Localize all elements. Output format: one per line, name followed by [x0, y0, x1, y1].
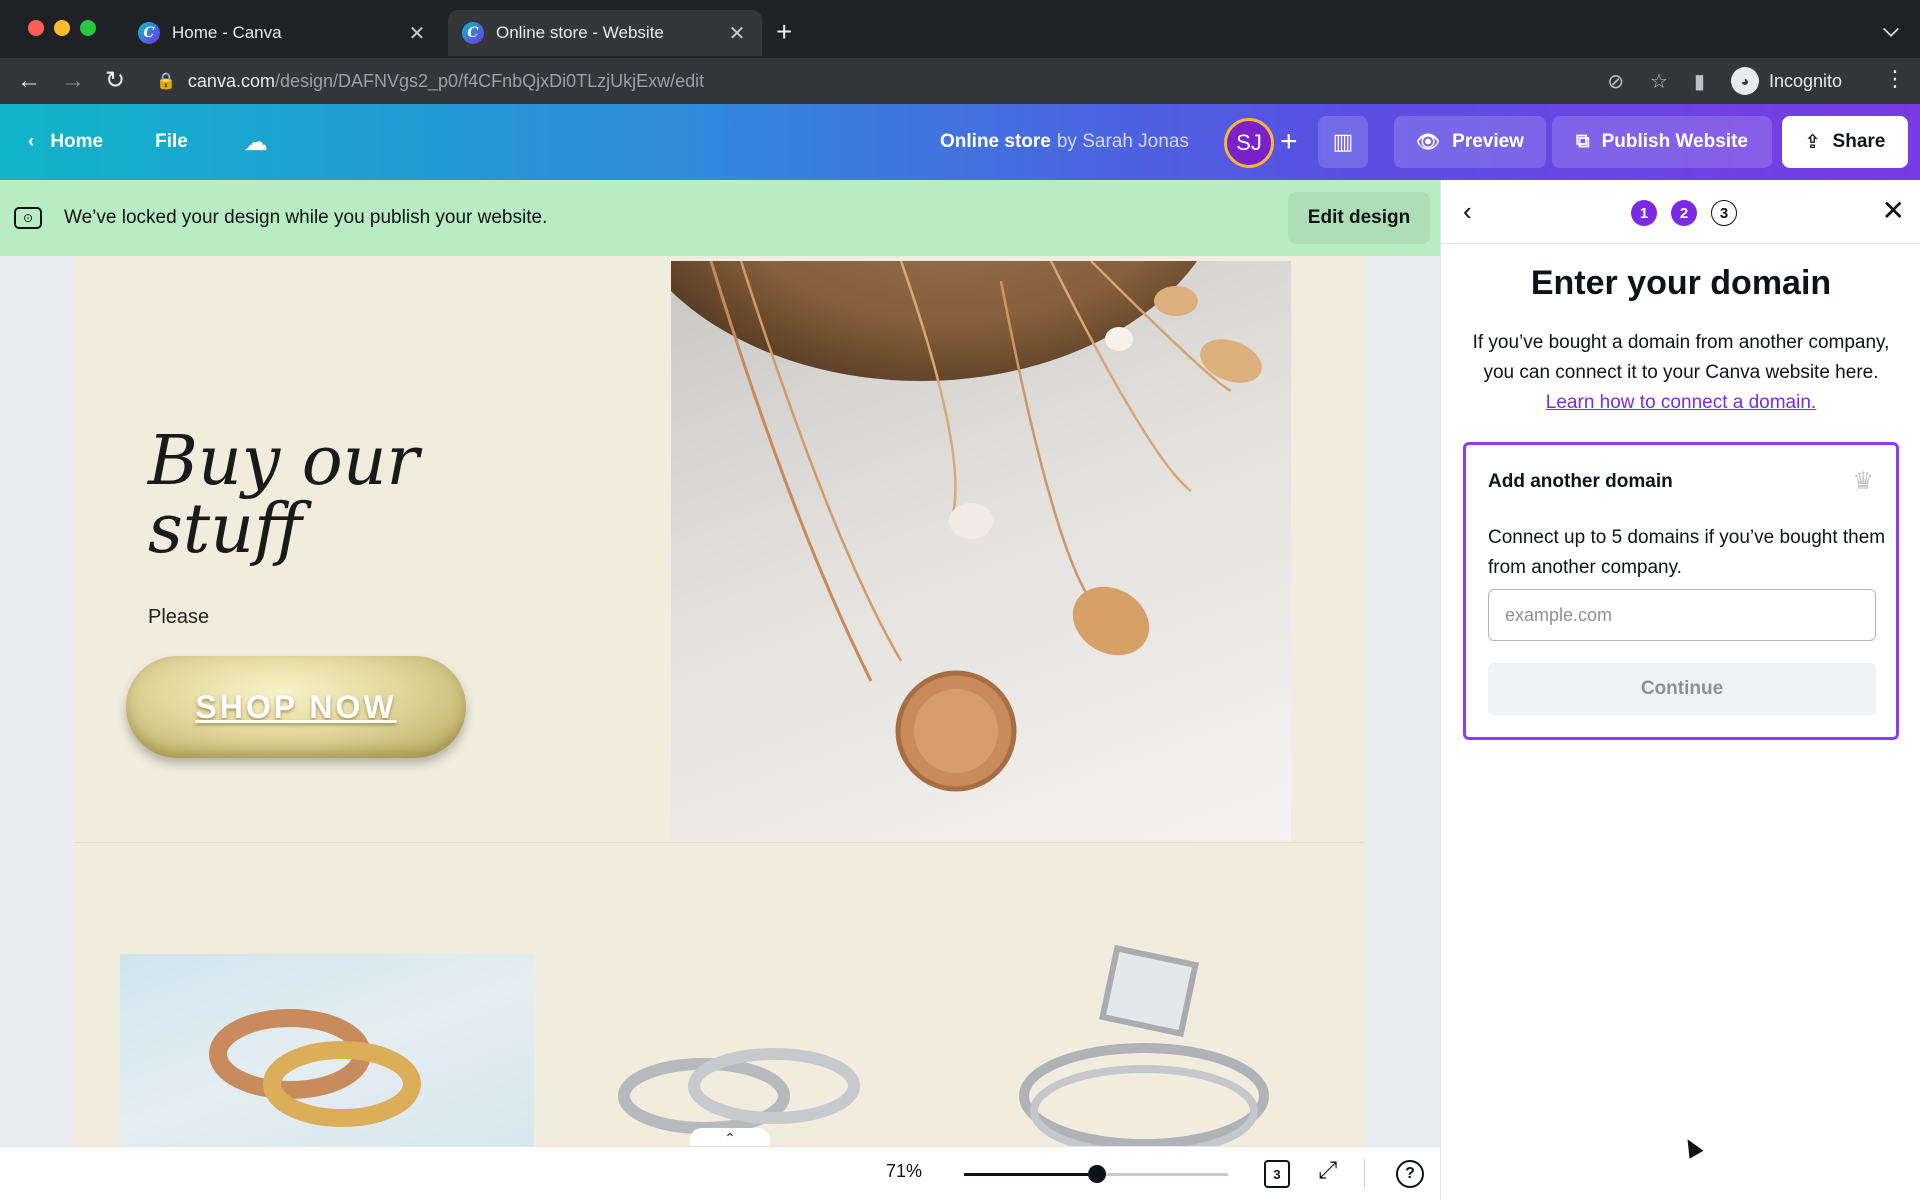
share-label: Share [1832, 131, 1886, 152]
add-collaborator-plus-icon[interactable]: + [1280, 124, 1298, 160]
window-minimize-button[interactable] [54, 20, 70, 36]
back-chevron-left-icon[interactable]: ‹ [1463, 196, 1472, 227]
publish-side-panel: ‹ 1 2 3 ✕ Enter your domain If you’ve bo… [1440, 180, 1920, 1200]
website-page: Buy our stuff Please SHOP NOW [74, 256, 1364, 1146]
pages-icon[interactable]: 3 [1264, 1160, 1290, 1188]
step-2: 2 [1671, 200, 1697, 226]
preview-label: Preview [1452, 131, 1524, 152]
continue-button[interactable]: Continue [1488, 663, 1876, 715]
header-left-group: ‹ Home File ☁ [28, 104, 268, 180]
design-name: Online store [940, 131, 1051, 152]
eye-off-icon[interactable]: ⊘ [1607, 69, 1624, 94]
hero-title: Buy our stuff [148, 422, 420, 569]
canva-editor-header: ‹ Home File ☁ Online store by Sarah Jona… [0, 104, 1920, 180]
eye-icon: 👁 [1416, 132, 1441, 153]
locked-design-icon: ⊙ [14, 207, 42, 229]
avatar[interactable]: SJ [1224, 118, 1274, 168]
url-path: /design/DAFNVgs2_p0/f4CFnbQjxDi0TLzjUkjE… [274, 70, 705, 91]
diamond-ring-illustration [1019, 944, 1269, 1146]
necklace-photo [671, 261, 1291, 841]
locked-design-banner: ⊙ We’ve locked your design while you pub… [0, 180, 1440, 256]
panel-heading: Enter your domain [1530, 264, 1832, 302]
crown-icon: ♛ [1852, 468, 1874, 495]
reload-icon[interactable]: ↻ [100, 66, 130, 96]
expand-notes-chevron-up-icon[interactable]: ⌃ [690, 1128, 770, 1146]
lock-icon[interactable]: 🔒 [156, 71, 176, 91]
design-title[interactable]: Online store by Sarah Jonas [940, 104, 1189, 180]
canva-favicon-icon: C [462, 22, 484, 44]
step-1: 1 [1631, 200, 1657, 226]
tab-title: Home - Canva [172, 23, 282, 42]
diamond-ring-photo [1004, 936, 1304, 1146]
browser-tab-home[interactable]: C Home - Canva ✕ [124, 10, 442, 56]
zoom-percentage[interactable]: 71% [886, 1161, 922, 1182]
panel-description-text: If you’ve bought a domain from another c… [1472, 332, 1890, 383]
cloud-check-icon[interactable]: ☁ [244, 128, 268, 157]
shop-now-button: SHOP NOW [126, 656, 466, 758]
close-icon[interactable]: ✕ [1882, 194, 1905, 227]
gold-rings-photo [120, 954, 534, 1146]
step-3: 3 [1711, 200, 1737, 226]
address-bar[interactable]: 🔒 canva.com/design/DAFNVgs2_p0/f4CFnbQjx… [142, 63, 1842, 99]
star-icon[interactable]: ☆ [1650, 69, 1668, 94]
domain-input[interactable] [1488, 589, 1876, 641]
gold-rings-illustration [209, 1009, 421, 1127]
incognito-icon: ◕ [1730, 67, 1759, 95]
preview-button[interactable]: 👁 Preview [1394, 116, 1546, 168]
section-divider [74, 842, 1364, 843]
zoom-slider-thumb[interactable] [1088, 1165, 1106, 1183]
window-close-button[interactable] [28, 20, 44, 36]
file-menu-button[interactable]: File [155, 131, 188, 153]
card-description: Connect up to 5 domains if you’ve bought… [1488, 527, 1886, 578]
close-icon[interactable]: ✕ [726, 21, 748, 46]
fullscreen-icon[interactable]: ⤢ [1318, 1157, 1337, 1185]
panel-description: If you’ve bought a domain from another c… [1471, 328, 1891, 418]
browser-tab-bar: C Home - Canva ✕ C Online store - Websit… [0, 0, 1920, 64]
insights-button[interactable]: ▥ [1318, 116, 1368, 168]
learn-more-link[interactable]: Learn how to connect a domain. [1546, 392, 1816, 413]
banner-message: We’ve locked your design while you publi… [64, 207, 548, 228]
share-button[interactable]: ⇪ Share [1782, 116, 1908, 168]
home-button[interactable]: ‹ Home [28, 131, 103, 153]
panel-header: ‹ 1 2 3 ✕ [1441, 180, 1920, 244]
window-zoom-button[interactable] [80, 20, 96, 36]
hero-subtitle: Please [148, 606, 210, 628]
browser-tab-online-store[interactable]: C Online store - Website ✕ [448, 10, 762, 56]
new-tab-plus-icon[interactable]: + [776, 18, 792, 46]
bar-chart-icon: ▥ [1332, 129, 1354, 154]
divider [1364, 1159, 1365, 1189]
zoom-slider-fill [964, 1173, 1088, 1176]
close-icon[interactable]: ✕ [406, 21, 428, 46]
editor-bottom-bar: 71% 3 ⤢ ? [0, 1146, 1440, 1200]
design-owner: by Sarah Jonas [1056, 131, 1189, 152]
publish-icon: ⧉ [1576, 131, 1590, 152]
forward-arrow-icon[interactable]: → [58, 66, 88, 96]
chevron-left-icon: ‹ [28, 131, 35, 152]
address-bar-actions: ⊘ ☆ ▮ ◕ Incognito [1607, 63, 1842, 99]
step-indicator: 1 2 3 [1631, 200, 1737, 226]
tab-title: Online store - Website [496, 23, 664, 42]
necklaces-illustration [709, 261, 1262, 792]
url-host: canva.com [187, 70, 275, 91]
more-vert-icon[interactable]: ⋮ [1884, 66, 1906, 92]
publish-label: Publish Website [1601, 131, 1748, 152]
publish-website-button[interactable]: ⧉ Publish Website [1552, 116, 1772, 168]
browser-toolbar: ← → ↻ 🔒 canva.com/design/DAFNVgs2_p0/f4C… [0, 58, 1920, 104]
canva-favicon-icon: C [138, 22, 160, 44]
home-label: Home [50, 131, 104, 152]
help-icon[interactable]: ? [1396, 1160, 1424, 1188]
card-title: Add another domain [1488, 471, 1673, 492]
tab-search-chevron-down-icon[interactable] [1883, 21, 1899, 37]
edit-design-button[interactable]: Edit design [1288, 192, 1430, 244]
design-canvas: Buy our stuff Please SHOP NOW ⌃ [0, 256, 1440, 1146]
back-arrow-icon[interactable]: ← [14, 66, 44, 96]
incognito-profile-button[interactable]: ◕ Incognito [1730, 67, 1842, 95]
add-domain-card: Add another domain ♛ Connect up to 5 dom… [1463, 442, 1899, 740]
incognito-label: Incognito [1768, 70, 1842, 91]
share-icon: ⇪ [1804, 131, 1821, 153]
sidebar-icon[interactable]: ▮ [1694, 69, 1705, 94]
